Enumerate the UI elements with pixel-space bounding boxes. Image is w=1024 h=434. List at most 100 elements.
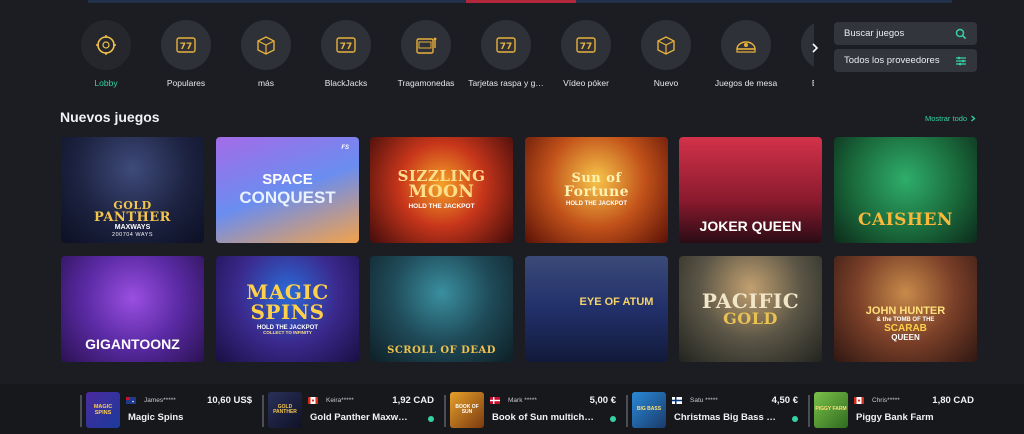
win-item[interactable]: MAGIC SPINS James***** 10,60 US$ Magic S… [80,392,258,428]
win-game: Piggy Bank Farm [856,412,934,423]
game-tile-pacific-gold[interactable]: PACIFIC GOLD [679,256,822,362]
show-all-label: Mostrar todo [925,114,968,123]
cat-video-poker[interactable]: 77 Vídeo póker [546,20,626,88]
live-indicator [792,416,798,422]
cat-label: más [257,78,275,88]
game-title-part: QUEEN [751,217,802,234]
win-user: James***** [144,397,176,404]
win-item[interactable]: GOLD PANTHER Keira***** 1,92 CAD Gold Pa… [262,392,440,428]
slot-777-icon: 77 [561,20,611,70]
slot-777-icon: 77 [321,20,371,70]
cat-label: Tarjetas raspa y g… [468,78,544,88]
game-tile-gold-panther[interactable]: GOLD PANTHER MAXWAYS 200704 WAYS [61,137,204,243]
game-title: PANTHER [94,210,171,226]
filter-icon [956,56,966,65]
slot-777-icon: 77 [481,20,531,70]
search-icon [955,28,967,39]
game-title: SPINS [250,299,325,324]
chevron-right-icon [812,43,819,53]
flag-dk-icon [490,397,500,404]
show-all-link[interactable]: Mostrar todo [925,114,976,123]
win-user: Mark ***** [508,397,537,404]
top-banner-strip [88,0,952,3]
cat-blackjacks[interactable]: 77 BlackJacks [306,20,386,88]
game-title: & the TOMB OF THE [876,316,935,323]
cat-nuevo[interactable]: Nuevo [626,20,706,88]
cat-label: Juegos de mesa [714,78,778,88]
divider [262,395,264,427]
game-tile-sizzling-moon[interactable]: SIZZLING MOON HOLD THE JACKPOT [370,137,513,243]
win-user: Satu ***** [690,397,718,404]
cat-label: Nuevo [653,78,679,88]
cat-populares[interactable]: 77 Populares [146,20,226,88]
win-amount: 5,00 € [589,395,616,406]
cat-label: BlackJacks [324,78,368,88]
game-tile-magic-spins[interactable]: MAGIC SPINS HOLD THE JACKPOT COLLECT TO … [216,256,359,362]
cat-juegos-de-mesa[interactable]: Juegos de mesa [706,20,786,88]
game-tile-space-conquest[interactable]: FS SPACE CONQUEST [216,137,359,243]
flag-au-icon [126,397,136,404]
banner-edge [466,0,576,3]
svg-text:77: 77 [340,42,353,52]
game-title-part: JOKER [699,217,748,234]
svg-text:77: 77 [580,42,593,52]
providers-label: Todos los proveedores [844,55,940,66]
flag-ca-icon [308,397,318,404]
win-amount: 4,50 € [771,395,798,406]
game-subtitle: MAXWAYS [114,224,151,232]
box-icon [641,20,691,70]
win-game: Book of Sun multich… [492,412,594,423]
divider [808,395,810,427]
thumb-label: BOOK OF SUN [455,403,479,415]
category-bar: Lobby 77 Populares más 77 BlackJacks Tra… [68,20,814,98]
game-tile-john-hunter[interactable]: JOHN HUNTER & the TOMB OF THE SCARAB QUE… [834,256,977,362]
divider [626,395,628,427]
win-amount: 1,92 CAD [392,395,434,406]
game-title: QUEEN [891,333,920,343]
cat-tarjetas[interactable]: 77 Tarjetas raspa y g… [466,20,546,88]
game-thumbnail: GOLD PANTHER [268,392,302,428]
game-tile-caishen[interactable]: CAISHEN [834,137,977,243]
game-tile-joker-queen[interactable]: JOKER QUEEN [679,137,822,243]
win-item[interactable]: PIGGY FARM Chris***** 1,80 CAD Piggy Ban… [808,392,980,428]
svg-text:77: 77 [500,42,513,52]
game-tile-scroll-of-dead[interactable]: SCROLL OF DEAD [370,256,513,362]
game-title: GOLD [723,309,778,328]
win-item[interactable]: BOOK OF SUN Mark ***** 5,00 € Book of Su… [444,392,622,428]
cat-label: Lobby [94,78,118,88]
win-game: Gold Panther Maxw… [310,412,408,423]
search-games-button[interactable]: Buscar juegos [834,22,977,45]
live-indicator [610,416,616,422]
win-game: Magic Spins [128,412,184,423]
game-tile-sun-of-fortune[interactable]: Sun of Fortune HOLD THE JACKPOT [525,137,668,243]
cat-label: Big T… [786,78,814,88]
divider [444,395,446,427]
game-thumbnail: BIG BASS [632,392,666,428]
cat-mas[interactable]: más [226,20,306,88]
game-tile-eye-of-atum[interactable]: EYE OF ATUM [525,256,668,362]
svg-text:77: 77 [180,42,193,52]
game-title: EYE OF ATUM [579,295,654,308]
providers-button[interactable]: Todos los proveedores [834,49,977,72]
cat-lobby[interactable]: Lobby [68,20,146,88]
win-user: Chris***** [872,397,900,404]
casino-table-icon [721,20,771,70]
win-amount: 1,80 CAD [932,395,974,406]
cat-tragamonedas[interactable]: Tragamonedas [386,20,466,88]
game-caption: COLLECT TO INFINITY [263,330,312,336]
game-tile-gigantoonz[interactable]: GIGANTOONZ [61,256,204,362]
flag-ca-icon [854,397,864,404]
categories-next-button[interactable] [803,36,827,60]
section-title: Nuevos juegos [60,109,160,125]
divider [80,395,82,427]
thumb-label: BIG BASS [636,406,662,413]
game-subtitle: HOLD THE JACKPOT [408,203,475,211]
game-caption: 200704 WAYS [112,232,153,238]
chevron-right-icon [971,115,976,122]
game-title: CAISHEN [857,210,953,230]
game-title: GIGANTOONZ [85,335,180,352]
thumb-label: GOLD PANTHER [273,403,297,415]
win-item[interactable]: BIG BASS Satu ***** 4,50 € Christmas Big… [626,392,804,428]
game-title: SPACE [262,171,313,189]
game-thumbnail: BOOK OF SUN [450,392,484,428]
